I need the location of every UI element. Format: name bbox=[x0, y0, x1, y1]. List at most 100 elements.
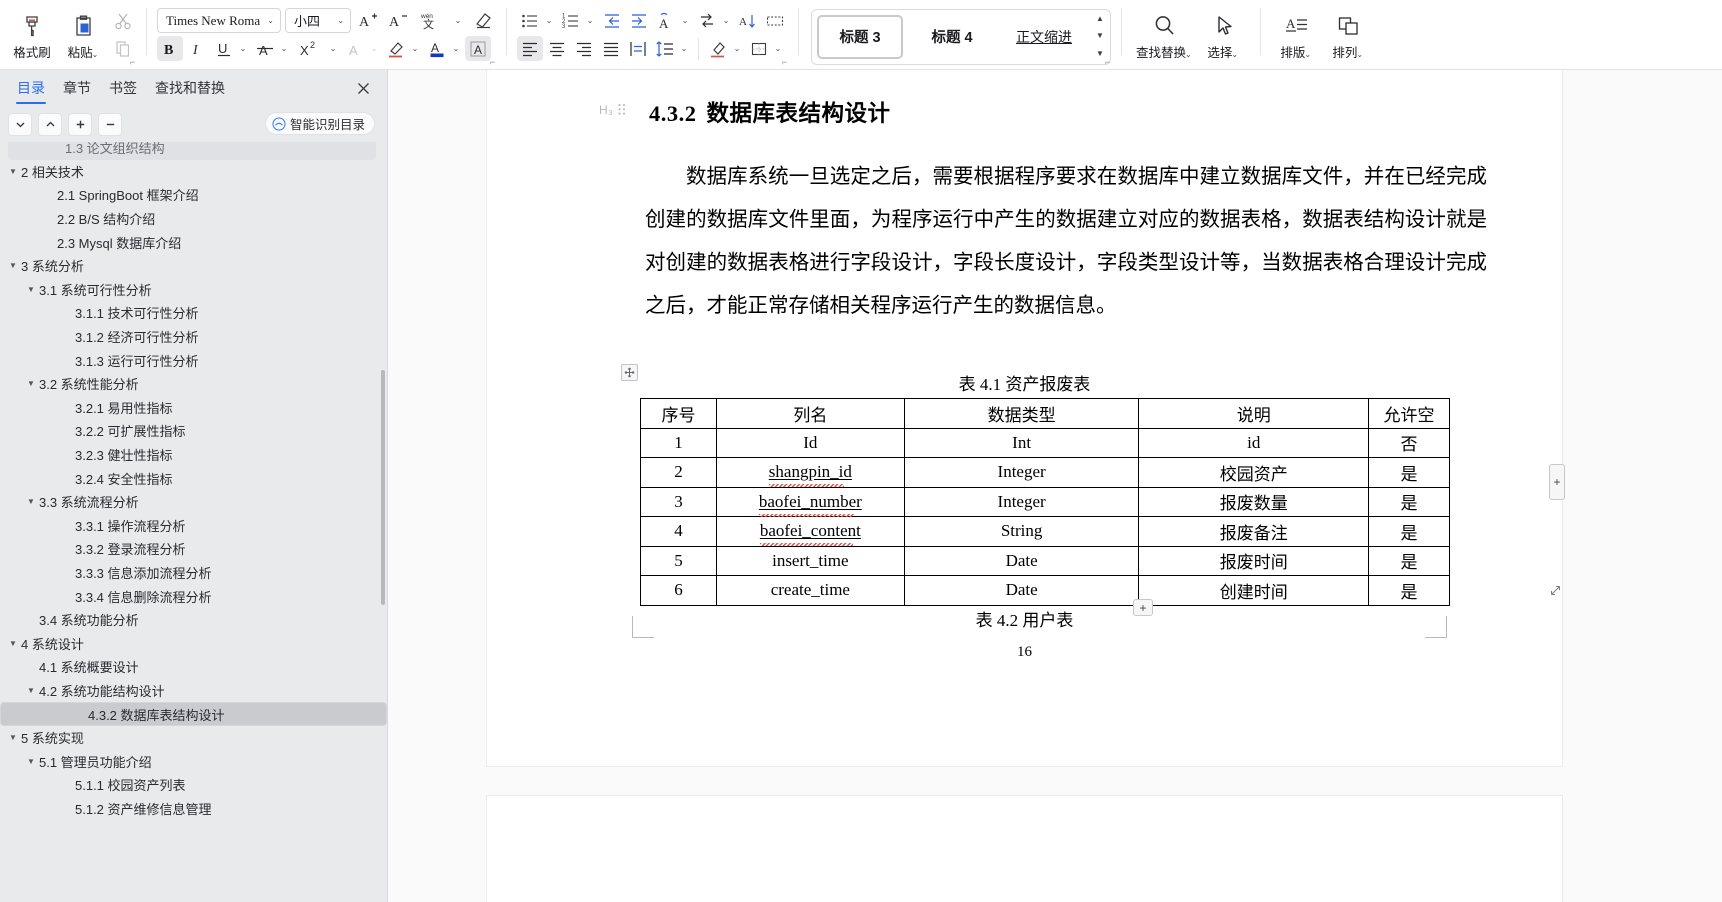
borders-button[interactable] bbox=[746, 36, 772, 61]
arrange-button[interactable]: 排列⌄ bbox=[1323, 4, 1375, 66]
numbering-dropdown[interactable]: ⌄ bbox=[585, 8, 598, 33]
paragraph-dialog-launcher[interactable]: ⌐ bbox=[782, 58, 791, 67]
table-cell[interactable]: 创建时间 bbox=[1138, 575, 1370, 606]
table-cell[interactable]: 1 bbox=[640, 427, 717, 458]
toc-item[interactable]: ▼ 3.3 系统流程分析 bbox=[0, 490, 387, 514]
table-cell[interactable]: 否 bbox=[1368, 427, 1450, 458]
table-cell[interactable]: 2 bbox=[640, 457, 717, 488]
show-marks-button[interactable] bbox=[762, 8, 788, 33]
toc-item[interactable]: 3.1.2 经济可行性分析 bbox=[0, 325, 387, 349]
paragraph-drag-handle-icon[interactable] bbox=[617, 103, 627, 115]
table-row[interactable]: 1 Id Int id 否 bbox=[640, 427, 1450, 458]
chevron-down-icon[interactable]: ⌄ bbox=[92, 50, 101, 59]
toc-item[interactable]: ▼ 2 相关技术 bbox=[0, 160, 387, 184]
pinyin-guide-button[interactable]: wén 文 bbox=[415, 8, 449, 33]
format-painter-button[interactable]: 格式刷 bbox=[6, 4, 58, 66]
toc-item[interactable]: 4.1 系统概要设计 bbox=[0, 655, 387, 679]
expand-triangle-icon[interactable]: ▼ bbox=[24, 285, 38, 294]
expand-triangle-icon[interactable]: ▼ bbox=[24, 757, 38, 766]
toc-item[interactable]: 2.2 B/S 结构介绍 bbox=[0, 207, 387, 231]
toc-item[interactable]: 1.3 论文组织结构 bbox=[8, 142, 376, 160]
toc-item[interactable]: ▼ 5 系统实现 bbox=[0, 726, 387, 750]
align-left-button[interactable] bbox=[517, 36, 543, 61]
add-column-button[interactable]: + bbox=[1549, 464, 1565, 500]
table-cell[interactable]: baofei_number bbox=[715, 486, 905, 517]
underline-button[interactable]: U bbox=[211, 36, 237, 61]
style-gallery-more[interactable]: ▼ bbox=[1096, 49, 1104, 58]
font-name-select[interactable]: Times New Roma ⌄ bbox=[157, 8, 281, 33]
sidebar-tab-bookmarks[interactable]: 书签 bbox=[100, 71, 146, 105]
bullets-dropdown[interactable]: ⌄ bbox=[544, 8, 557, 33]
bold-button[interactable]: B bbox=[157, 36, 183, 61]
char-shading-button[interactable]: A bbox=[465, 36, 491, 61]
paste-button[interactable]: 粘贴⌄ bbox=[58, 4, 110, 66]
expand-triangle-icon[interactable]: ▼ bbox=[6, 261, 20, 270]
font-size-select[interactable]: 小四 ⌄ bbox=[285, 8, 351, 33]
decrease-level-button[interactable] bbox=[98, 112, 122, 136]
toc-item[interactable]: ▼ 4.2 系统功能结构设计 bbox=[0, 679, 387, 703]
toc-item[interactable]: 3.2.3 健壮性指标 bbox=[0, 443, 387, 467]
table-row[interactable]: 2 shangpin_id Integer 校园资产是 bbox=[640, 457, 1450, 488]
toc-item[interactable]: 3.2.2 可扩展性指标 bbox=[0, 419, 387, 443]
strikethrough-dropdown[interactable]: ⌄ bbox=[279, 36, 292, 61]
table-cell[interactable]: 5 bbox=[640, 545, 717, 576]
table-cell[interactable]: shangpin_id bbox=[715, 457, 905, 488]
table-cell[interactable]: insert_time bbox=[715, 545, 905, 576]
align-right-button[interactable] bbox=[571, 36, 597, 61]
bullets-button[interactable] bbox=[517, 8, 543, 33]
shading-button[interactable] bbox=[705, 36, 731, 61]
toc-item[interactable]: 3.4 系统功能分析 bbox=[0, 608, 387, 632]
table-row[interactable]: 3 baofei_number Integer 报废数量是 bbox=[640, 486, 1450, 517]
toc-item[interactable]: 2.1 SpringBoot 框架介绍 bbox=[0, 183, 387, 207]
table-cell[interactable]: 报废数量 bbox=[1138, 486, 1370, 517]
chevron-down-icon[interactable]: ⌄ bbox=[1231, 50, 1240, 59]
table-cell[interactable]: id bbox=[1138, 427, 1370, 458]
table-cell[interactable]: Date bbox=[903, 545, 1140, 576]
data-table[interactable]: 序号 列名 数据类型 说明 允许空 1 Id Int id 否 2 shangpin_id Integ… bbox=[640, 398, 1450, 606]
toc-item[interactable]: 3.1.3 运行可行性分析 bbox=[0, 348, 387, 372]
toc-item[interactable]: ▼ 3.2 系统性能分析 bbox=[0, 372, 387, 396]
clear-format-button[interactable] bbox=[470, 8, 496, 33]
chevron-down-icon[interactable]: ⌄ bbox=[1185, 50, 1194, 59]
table-move-handle-icon[interactable] bbox=[621, 364, 638, 381]
expand-triangle-icon[interactable]: ▼ bbox=[24, 686, 38, 695]
increase-indent-button[interactable] bbox=[626, 8, 652, 33]
select-button[interactable]: 选择⌄ bbox=[1198, 4, 1250, 66]
toc-item[interactable]: 3.3.4 信息删除流程分析 bbox=[0, 584, 387, 608]
table-cell[interactable]: 是 bbox=[1368, 486, 1450, 517]
expand-triangle-icon[interactable]: ▼ bbox=[6, 639, 20, 648]
toc-item[interactable]: 5.1.2 资产维修信息管理 bbox=[0, 797, 387, 821]
sort-button[interactable]: A bbox=[735, 8, 761, 33]
table-cell[interactable]: 报废时间 bbox=[1138, 545, 1370, 576]
pinyin-button[interactable]: A bbox=[653, 8, 679, 33]
body-paragraph[interactable]: 数据库系统一旦选定之后，需要根据程序要求在数据库中建立数据库文件，并在已经完成创… bbox=[645, 156, 1487, 328]
toc-item[interactable]: ▼ 3.1 系统可行性分析 bbox=[0, 278, 387, 302]
font-color-button[interactable]: A bbox=[424, 36, 450, 61]
toc-scrollbar[interactable] bbox=[381, 370, 385, 605]
expand-triangle-icon[interactable]: ▼ bbox=[6, 733, 20, 742]
italic-button[interactable]: I bbox=[184, 36, 210, 61]
change-case-button[interactable] bbox=[694, 8, 720, 33]
char-border-dropdown[interactable]: ⌄ bbox=[369, 36, 382, 61]
table-row[interactable]: 5 insert_time Date 报废时间是 bbox=[640, 545, 1450, 576]
pinyin-button-dropdown[interactable]: ⌄ bbox=[680, 8, 693, 33]
change-case-dropdown[interactable]: ⌄ bbox=[721, 8, 734, 33]
distributed-align-button[interactable] bbox=[625, 36, 651, 61]
toc-item[interactable]: ▼ 3 系统分析 bbox=[0, 254, 387, 278]
style-heading-4[interactable]: 标题 4 bbox=[909, 15, 995, 59]
underline-dropdown[interactable]: ⌄ bbox=[238, 36, 251, 61]
toc-item[interactable]: 3.3.3 信息添加流程分析 bbox=[0, 561, 387, 585]
toc-item[interactable]: 3.2.4 安全性指标 bbox=[0, 466, 387, 490]
toc-item[interactable]: ▼ 4 系统设计 bbox=[0, 631, 387, 655]
decrease-indent-button[interactable] bbox=[599, 8, 625, 33]
styles-dialog-launcher[interactable]: ⌐ bbox=[1105, 58, 1114, 67]
toc-item[interactable]: 3.3.1 操作流程分析 bbox=[0, 514, 387, 538]
font-color-dropdown[interactable]: ⌄ bbox=[451, 36, 464, 61]
numbering-button[interactable]: 1 2 3 bbox=[558, 8, 584, 33]
toc-item[interactable]: 4.3.2 数据库表结构设计 bbox=[0, 702, 387, 726]
table-cell[interactable]: 是 bbox=[1368, 457, 1450, 488]
strikethrough-button[interactable]: A bbox=[252, 36, 278, 61]
align-justify-button[interactable] bbox=[598, 36, 624, 61]
table-cell[interactable]: Int bbox=[903, 427, 1140, 458]
line-spacing-dropdown[interactable]: ⌄ bbox=[679, 36, 692, 61]
